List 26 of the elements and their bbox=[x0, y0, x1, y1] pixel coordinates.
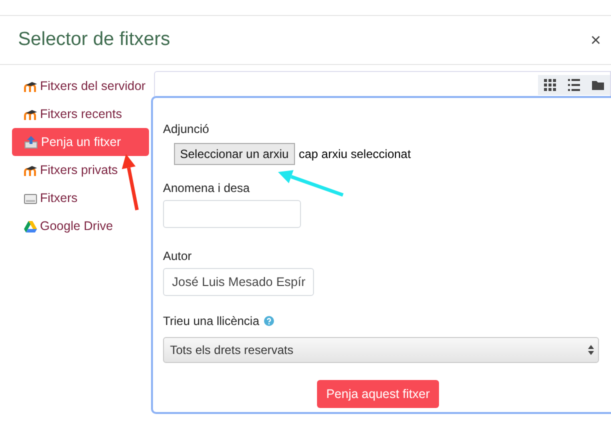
close-button[interactable]: × bbox=[586, 30, 605, 50]
file-status: cap arxiu seleccionat bbox=[298, 147, 411, 161]
field-label: Anomena i desa bbox=[163, 180, 250, 194]
updown-icon bbox=[588, 345, 594, 355]
license-dropdown[interactable]: Tots els drets reservats bbox=[163, 337, 599, 363]
field-label: Autor bbox=[163, 248, 192, 262]
sidebar-item[interactable]: Google Drive bbox=[12, 212, 149, 240]
choose-file-button[interactable]: Seleccionar un arxiu bbox=[174, 143, 295, 165]
input-field[interactable]: José Luis Mesado Espír bbox=[163, 268, 314, 296]
list-icon bbox=[568, 78, 580, 90]
dialog-title: Selector de fitxers bbox=[18, 29, 170, 51]
sidebar-item[interactable]: Fitxers privats bbox=[12, 156, 149, 184]
moodle-icon bbox=[24, 164, 37, 176]
moodle-icon bbox=[24, 80, 37, 92]
field-label: Adjunció bbox=[163, 122, 210, 136]
folder-icon bbox=[592, 79, 604, 90]
upload-icon bbox=[24, 135, 38, 149]
field-label: Trieu una llicència bbox=[163, 314, 260, 328]
drive-icon bbox=[24, 192, 37, 204]
grid-icon bbox=[544, 78, 556, 90]
google-drive-icon bbox=[24, 220, 37, 232]
sidebar-item[interactable]: Fitxers bbox=[12, 184, 149, 212]
sidebar-item[interactable]: Fitxers del servidor bbox=[12, 72, 149, 100]
moodle-icon bbox=[24, 108, 37, 120]
input-field[interactable] bbox=[163, 200, 301, 228]
sidebar-item[interactable]: Fitxers recents bbox=[12, 100, 149, 128]
